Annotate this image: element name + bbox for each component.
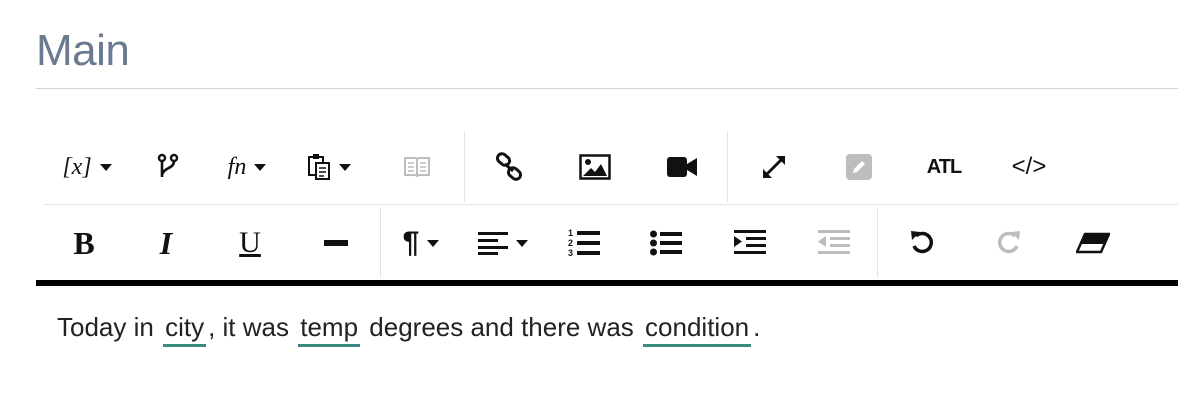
italic-button[interactable]: I bbox=[124, 208, 208, 278]
insert-variable-button[interactable]: [x] bbox=[44, 132, 130, 202]
redo-icon bbox=[998, 231, 1020, 254]
underline-icon: U bbox=[239, 226, 261, 259]
title-divider bbox=[36, 88, 1178, 89]
redo-button[interactable] bbox=[968, 208, 1048, 278]
atl-button[interactable]: ATL bbox=[898, 132, 990, 202]
chevron-down-icon bbox=[516, 239, 528, 247]
image-icon bbox=[579, 154, 611, 180]
outdent-button[interactable] bbox=[791, 208, 877, 278]
book-button[interactable] bbox=[370, 132, 464, 202]
undo-icon bbox=[911, 231, 933, 254]
variable-icon: [x] bbox=[62, 153, 92, 180]
paste-button[interactable] bbox=[288, 132, 370, 202]
editor-text: Today in bbox=[57, 312, 154, 342]
insert-image-button[interactable] bbox=[553, 132, 637, 202]
page-title: Main bbox=[36, 26, 130, 75]
horizontal-rule-icon bbox=[324, 240, 348, 246]
edit-button[interactable] bbox=[820, 132, 898, 202]
variable-token-condition[interactable]: condition bbox=[643, 312, 752, 347]
indent-button[interactable] bbox=[709, 208, 791, 278]
branch-icon bbox=[157, 153, 179, 177]
undo-button[interactable] bbox=[878, 208, 968, 278]
toolbar-group-insert: [x] fn bbox=[44, 132, 465, 202]
function-icon: fn bbox=[227, 153, 247, 180]
paragraph-icon: ¶ bbox=[402, 226, 420, 259]
atl-icon: ATL bbox=[926, 155, 962, 178]
fullscreen-button[interactable] bbox=[728, 132, 820, 202]
bullet-list-icon bbox=[650, 230, 682, 256]
insert-video-button[interactable] bbox=[637, 132, 727, 202]
clear-formatting-button[interactable] bbox=[1048, 208, 1138, 278]
chevron-down-icon bbox=[427, 239, 440, 247]
editor-top-border bbox=[36, 280, 1178, 286]
editor-text: degrees and there was bbox=[369, 312, 634, 342]
indent-icon bbox=[734, 230, 766, 254]
svg-text:1: 1 bbox=[568, 228, 573, 238]
toolbar-group-block: ¶ 1 2 3 bbox=[381, 208, 878, 278]
eraser-icon bbox=[1076, 232, 1110, 254]
italic-icon: I bbox=[159, 224, 173, 261]
svg-text:3: 3 bbox=[568, 248, 573, 258]
toolbar-row-divider bbox=[44, 204, 1178, 205]
editor-text: . bbox=[753, 312, 761, 342]
bullet-list-button[interactable] bbox=[623, 208, 709, 278]
edit-icon bbox=[846, 154, 872, 180]
toolbar-row-2: B I U ¶ 1 2 3 bbox=[44, 208, 1178, 278]
outdent-icon bbox=[818, 230, 850, 254]
toolbar-group-media bbox=[465, 132, 728, 202]
chevron-down-icon bbox=[99, 163, 112, 171]
toolbar-row-1: [x] fn ATL </> bbox=[44, 132, 1178, 202]
toolbar-group-view: ATL </> bbox=[728, 132, 1068, 202]
insert-function-button[interactable]: fn bbox=[206, 132, 288, 202]
align-left-icon bbox=[478, 232, 508, 255]
horizontal-rule-button[interactable] bbox=[292, 208, 380, 278]
insert-link-button[interactable] bbox=[465, 132, 553, 202]
editor-text: , it was bbox=[208, 312, 289, 342]
toolbar-group-history bbox=[878, 208, 1138, 278]
ordered-list-icon: 1 2 3 bbox=[568, 228, 600, 258]
toolbar-group-format: B I U bbox=[44, 208, 381, 278]
svg-text:2: 2 bbox=[568, 238, 573, 248]
paragraph-style-button[interactable]: ¶ bbox=[381, 208, 461, 278]
video-icon bbox=[667, 157, 697, 177]
align-button[interactable] bbox=[461, 208, 545, 278]
chevron-down-icon bbox=[254, 163, 267, 171]
variable-token-temp[interactable]: temp bbox=[298, 312, 361, 347]
chevron-down-icon bbox=[339, 163, 351, 171]
link-icon bbox=[495, 152, 523, 181]
paste-icon bbox=[308, 154, 330, 180]
editor-content[interactable]: Today in city, it was temp degrees and t… bbox=[57, 312, 761, 347]
code-icon: </> bbox=[1011, 153, 1047, 180]
insert-branch-button[interactable] bbox=[130, 132, 206, 202]
expand-icon bbox=[762, 155, 786, 179]
bold-icon: B bbox=[73, 224, 95, 261]
editor-page: Main [x] fn ATL </> B I U ¶ 1 2 3 Today … bbox=[0, 0, 1178, 404]
source-code-button[interactable]: </> bbox=[990, 132, 1068, 202]
book-icon bbox=[404, 157, 430, 178]
variable-token-city[interactable]: city bbox=[163, 312, 207, 347]
bold-button[interactable]: B bbox=[44, 208, 124, 278]
underline-button[interactable]: U bbox=[208, 208, 292, 278]
ordered-list-button[interactable]: 1 2 3 bbox=[545, 208, 623, 278]
